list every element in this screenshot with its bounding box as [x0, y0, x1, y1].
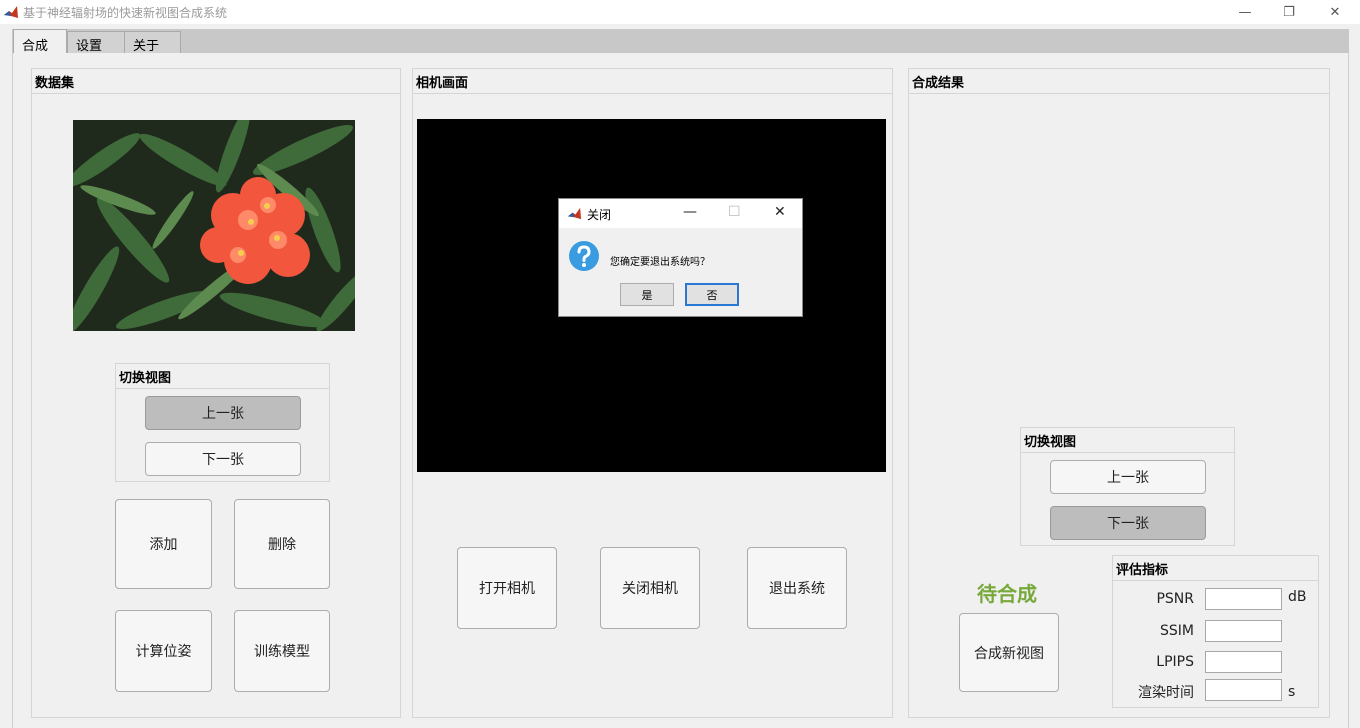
close-confirm-dialog: 关闭 — ☐ ✕ 您确定要退出系统吗？ 是 否	[558, 198, 803, 317]
dialog-maximize-icon: ☐	[728, 204, 741, 220]
lpips-label: LPIPS	[1156, 654, 1194, 670]
tab-about[interactable]: 关于	[124, 31, 181, 54]
lpips-field[interactable]	[1205, 651, 1282, 673]
camera-panel-title: 相机画面	[416, 76, 469, 91]
delete-button[interactable]: 删除	[234, 499, 330, 589]
psnr-field[interactable]	[1205, 588, 1282, 610]
open-camera-button[interactable]: 打开相机	[457, 547, 557, 629]
result-next-button[interactable]: 下一张	[1050, 506, 1206, 540]
dialog-title: 关闭	[587, 208, 612, 222]
render-time-label: 渲染时间	[1138, 685, 1194, 701]
result-panel-title: 合成结果	[912, 76, 965, 91]
window-titlebar: 基于神经辐射场的快速新视图合成系统 — ❐ ✕	[0, 0, 1360, 24]
ssim-field[interactable]	[1205, 620, 1282, 642]
dataset-panel-title: 数据集	[35, 76, 75, 91]
divider	[1113, 580, 1318, 581]
result-switch-view-title: 切换视图	[1024, 435, 1077, 450]
metrics-title: 评估指标	[1116, 563, 1169, 578]
psnr-unit: dB	[1288, 589, 1307, 605]
dialog-no-button[interactable]: 否	[685, 283, 739, 306]
window-title: 基于神经辐射场的快速新视图合成系统	[23, 6, 228, 20]
dataset-switch-view-title: 切换视图	[119, 371, 172, 386]
divider	[909, 93, 1329, 94]
restore-button[interactable]: ❐	[1266, 0, 1312, 24]
psnr-label: PSNR	[1156, 591, 1194, 607]
tab-synthesis[interactable]: 合成	[13, 29, 67, 54]
close-camera-button[interactable]: 关闭相机	[600, 547, 700, 629]
add-button[interactable]: 添加	[115, 499, 212, 589]
divider	[413, 93, 892, 94]
close-window-button[interactable]: ✕	[1312, 0, 1358, 24]
tab-strip	[12, 29, 1349, 53]
render-time-unit: s	[1288, 684, 1296, 700]
close-icon: ✕	[1329, 4, 1341, 20]
dialog-close-icon[interactable]: ✕	[774, 204, 786, 220]
train-model-button[interactable]: 训练模型	[234, 610, 330, 692]
dataset-image	[73, 120, 355, 331]
tab-settings[interactable]: 设置	[67, 31, 125, 54]
divider	[1021, 452, 1234, 453]
minimize-button[interactable]: —	[1222, 0, 1268, 24]
dialog-minimize-icon[interactable]: —	[683, 204, 697, 220]
synthesize-button[interactable]: 合成新视图	[959, 613, 1059, 692]
minimize-icon: —	[1238, 4, 1252, 20]
matlab-icon	[567, 207, 582, 220]
dialog-message: 您确定要退出系统吗？	[610, 257, 710, 268]
matlab-icon	[3, 4, 19, 20]
synthesis-status: 待合成	[977, 582, 1037, 606]
dialog-titlebar: 关闭 — ☐ ✕	[559, 199, 802, 228]
dialog-yes-button[interactable]: 是	[620, 283, 674, 306]
restore-icon: ❐	[1283, 4, 1295, 20]
result-prev-button[interactable]: 上一张	[1050, 460, 1206, 494]
dataset-next-button[interactable]: 下一张	[145, 442, 301, 476]
divider	[116, 388, 329, 389]
divider	[32, 93, 400, 94]
dataset-prev-button[interactable]: 上一张	[145, 396, 301, 430]
exit-system-button[interactable]: 退出系统	[747, 547, 847, 629]
render-time-field[interactable]	[1205, 679, 1282, 701]
flower-image	[73, 120, 355, 331]
compute-pose-button[interactable]: 计算位姿	[115, 610, 212, 692]
ssim-label: SSIM	[1160, 623, 1194, 639]
question-icon	[569, 241, 599, 271]
